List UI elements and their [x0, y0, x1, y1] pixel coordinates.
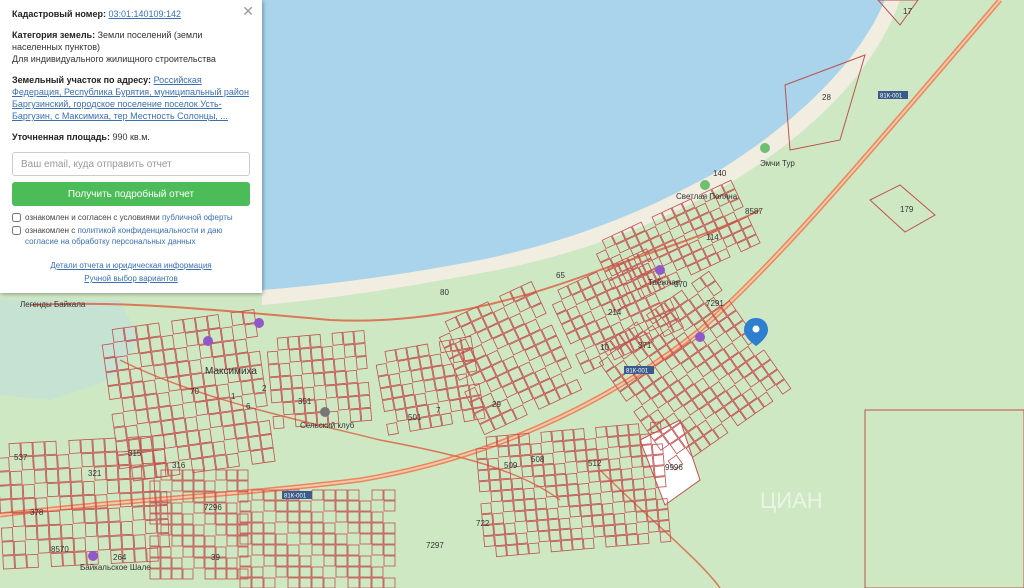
road-tag-1: 81К-001: [878, 91, 908, 100]
panel-footer: Детали отчета и юридическая информация Р…: [12, 259, 250, 285]
poi-icon[interactable]: [695, 332, 705, 342]
parcel-number-label: 512: [588, 459, 602, 468]
parcel-number-label: 70: [190, 387, 199, 396]
parcel-number-label: 7297: [426, 541, 444, 550]
parcel-number-label: 264: [113, 553, 127, 562]
privacy-checkbox[interactable]: [12, 226, 21, 235]
parcel-number-label: 9996: [665, 463, 683, 472]
svg-text:81К-001: 81К-001: [626, 369, 649, 375]
parcel-number-label: 378: [30, 508, 44, 517]
poi-icon[interactable]: [88, 551, 98, 561]
privacy-checkbox-row[interactable]: ознакомлен с политикой конфиденциальност…: [12, 225, 250, 247]
parcel-number-label: 214: [608, 308, 622, 317]
parcel-number-label: 316: [172, 461, 186, 470]
parcel-number-label: 140: [713, 169, 727, 178]
close-icon[interactable]: ✕: [242, 4, 254, 18]
info-panel: ✕ Кадастровый номер: 03:01:140109:142 Ка…: [0, 0, 262, 293]
offer-checkbox-row[interactable]: ознакомлен и согласен с условиями публич…: [12, 212, 250, 223]
parcel-number-label: 28: [822, 93, 831, 102]
parcel-number-label: 371: [638, 341, 652, 350]
offer-text: ознакомлен и согласен с условиями: [25, 213, 160, 222]
parcel-number-label: 315: [128, 449, 142, 458]
place-svetlaya: Светлая Поляна: [676, 192, 738, 201]
cadastral-row: Кадастровый номер: 03:01:140109:142: [12, 8, 250, 20]
road-tag-2: 81К-001: [624, 366, 654, 375]
offer-link[interactable]: публичной оферты: [162, 213, 233, 222]
parcel-number-label: 509: [504, 461, 518, 470]
privacy-text: ознакомлен с: [25, 226, 76, 235]
place-club: Сельский клуб: [300, 421, 355, 430]
watermark: ЦИАН: [760, 488, 823, 513]
email-field[interactable]: [12, 152, 250, 176]
parcel-number-label: 10: [600, 343, 609, 352]
address-row: Земельный участок по адресу: Российская …: [12, 74, 250, 122]
parcel-number-label: 370: [674, 280, 688, 289]
parcel-number-label: 537: [14, 453, 28, 462]
svg-text:81К-001: 81К-001: [880, 94, 903, 100]
parcel-number-label: 65: [556, 271, 565, 280]
category-label: Категория земель:: [12, 30, 96, 40]
parcel-number-label: 722: [476, 519, 490, 528]
place-legend: Легенды Байкала: [20, 300, 86, 309]
cadastral-label: Кадастровый номер:: [12, 9, 106, 19]
place-baikal-chalet: Байкальское Шале: [80, 563, 151, 572]
place-maksimikha: Максимиха: [205, 366, 257, 377]
parcel-number-label: 114: [706, 233, 719, 242]
parcel-number-label: 2: [262, 384, 267, 393]
poi-icon[interactable]: [655, 265, 665, 275]
parcel-number-label: 6: [246, 402, 251, 411]
parcel-number-label: 508: [531, 455, 545, 464]
parcel-number-label: 7: [436, 406, 441, 415]
parcel-number-label: 1: [231, 392, 236, 401]
parcel-number-label: 17: [903, 7, 912, 16]
parcel-number-label: 80: [440, 288, 449, 297]
category-row: Категория земель: Земли поселений (земли…: [12, 29, 250, 65]
parcel-number-label: 7291: [706, 299, 724, 308]
address-label: Земельный участок по адресу:: [12, 75, 152, 85]
svg-text:81К-001: 81К-001: [284, 494, 307, 500]
usage-value: Для индивидуального жилищного строительс…: [12, 54, 216, 64]
manual-link[interactable]: Ручной выбор вариантов: [12, 272, 250, 285]
area-label: Уточненная площадь:: [12, 132, 110, 142]
area-value: 990 кв.м.: [112, 132, 150, 142]
poi-icon[interactable]: [760, 143, 770, 153]
parcel-number-label: 501: [408, 413, 422, 422]
get-report-button[interactable]: Получить подробный отчет: [12, 182, 250, 206]
area-row: Уточненная площадь: 990 кв.м.: [12, 131, 250, 143]
road-tag-3: 81К-001: [282, 491, 312, 500]
parcel-number-label: 321: [88, 469, 102, 478]
parcel-number-label: 29: [492, 400, 501, 409]
parcel-number-label: 179: [900, 205, 914, 214]
details-link[interactable]: Детали отчета и юридическая информация: [12, 259, 250, 272]
offer-checkbox[interactable]: [12, 213, 21, 222]
parcel-number-label: 39: [211, 553, 220, 562]
parcel-number-label: 351: [298, 397, 312, 406]
poi-icon[interactable]: [320, 407, 330, 417]
parcel-number-label: 7296: [204, 503, 222, 512]
parcel-number-label: 8570: [51, 545, 69, 554]
place-emchi: Эмчи Тур: [760, 159, 795, 168]
poi-icon[interactable]: [700, 180, 710, 190]
poi-icon[interactable]: [203, 336, 213, 346]
cadastral-number-link[interactable]: 03:01:140109:142: [108, 9, 181, 19]
poi-icon[interactable]: [254, 318, 264, 328]
parcel-number-label: 8587: [745, 207, 763, 216]
